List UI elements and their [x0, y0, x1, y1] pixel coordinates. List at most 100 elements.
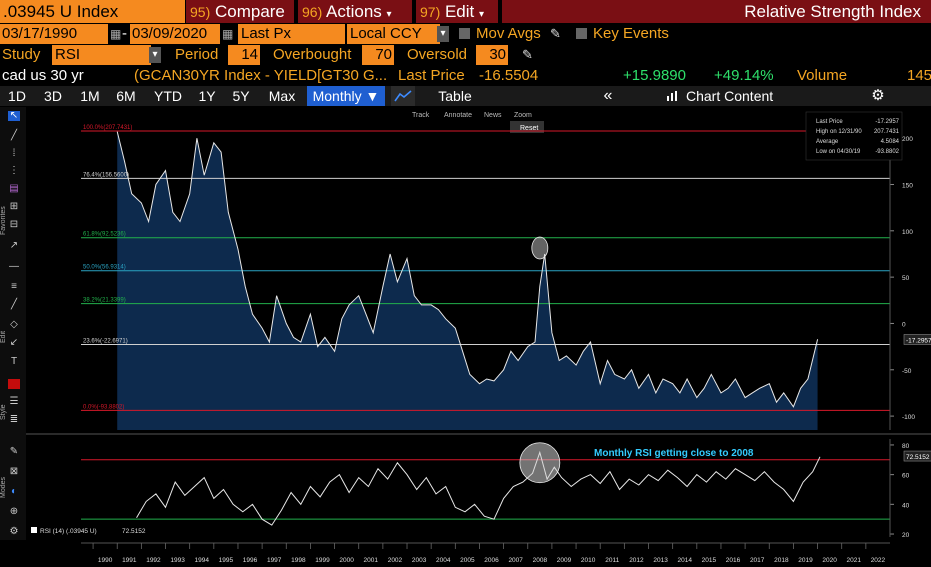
rsi-chart[interactable]: Track Annotate News Zoom Reset 100.0%(20… — [26, 107, 931, 567]
tool-icon[interactable]: ≡ — [8, 282, 20, 292]
x-tick-label: 2018 — [774, 557, 789, 564]
legend-value: 207.7431 — [874, 129, 900, 135]
range-max[interactable]: Max — [265, 86, 299, 106]
y-tick-label: -50 — [902, 368, 912, 375]
caret-down-icon[interactable]: ▾ — [149, 47, 161, 63]
study-select[interactable]: RSI — [52, 45, 151, 65]
rsi-series-value: 72.5152 — [122, 528, 146, 535]
range-ytd[interactable]: YTD — [150, 86, 186, 106]
range-5y[interactable]: 5Y — [229, 86, 253, 106]
range-1y[interactable]: 1Y — [195, 86, 219, 106]
highlight-circle — [519, 442, 561, 484]
overbought-input[interactable]: 70 — [362, 45, 394, 65]
oversold-input[interactable]: 30 — [476, 45, 508, 65]
x-tick-label: 2011 — [605, 557, 619, 564]
tool-icon[interactable]: ◐ — [8, 487, 20, 497]
x-tick-label: 2005 — [460, 557, 475, 564]
tool-icon[interactable]: ⊠ — [8, 467, 20, 477]
annotate-tool[interactable]: Annotate — [444, 112, 472, 119]
y-tick-label: 20 — [902, 532, 910, 539]
price-field-select[interactable]: Last Px — [238, 24, 345, 44]
table-button[interactable]: Table — [425, 86, 485, 106]
y-tick-label: 40 — [902, 502, 910, 509]
study-value: RSI — [55, 46, 81, 63]
period-label: Period — [175, 46, 219, 63]
chart-content-icon[interactable] — [666, 86, 678, 106]
compare-hotkey: 95) — [190, 4, 211, 20]
horizontal-line-icon[interactable]: — — [8, 262, 20, 272]
x-tick-label: 2006 — [484, 557, 499, 564]
legend-label: Low on 04/30/19 — [816, 149, 861, 155]
currency-value: Local CCY — [350, 25, 422, 42]
range-1d[interactable]: 1D — [4, 86, 30, 106]
price-legend: Last Price -17.2957 High on 12/31/90 207.74… — [805, 111, 903, 161]
chart-content-button[interactable]: Chart Content — [686, 86, 786, 106]
x-tick-label: 2007 — [508, 557, 523, 564]
tool-icon[interactable]: ⊟ — [8, 220, 20, 230]
style-label: Style — [0, 404, 7, 420]
period-input[interactable]: 14 — [228, 45, 260, 65]
arrow-tool-icon[interactable]: ↙ — [8, 338, 20, 348]
text-tool-icon[interactable]: T — [8, 357, 20, 367]
x-tick-label: 1993 — [170, 557, 185, 564]
caret-down-icon: ▾ — [479, 9, 485, 20]
fib-level-label: 38.2%(21.3399) — [83, 298, 126, 304]
pencil-icon[interactable]: ✎ — [8, 447, 20, 457]
last-price-value: -16.5504 — [479, 67, 539, 84]
tool-icon[interactable]: ⋮ — [8, 166, 20, 176]
range-1m[interactable]: 1M — [77, 86, 103, 106]
actions-menu[interactable]: 96) Actions ▾ — [298, 0, 412, 23]
compare-button[interactable]: 95) Compare — [186, 0, 294, 23]
line-tool-icon[interactable]: ╱ — [8, 131, 20, 141]
start-date-field[interactable]: 03/17/1990 — [0, 24, 108, 44]
mov-avgs-checkbox[interactable] — [459, 28, 470, 39]
line-width-icon[interactable]: ☰ — [8, 397, 20, 407]
gear-icon[interactable]: ⚙ — [8, 527, 20, 537]
caret-down-icon[interactable]: ▾ — [437, 26, 449, 42]
x-tick-label: 2019 — [798, 557, 813, 564]
period-value: 14 — [241, 46, 258, 63]
line-chart-icon[interactable] — [391, 86, 415, 106]
ticker-field[interactable]: .03945 U Index — [0, 0, 185, 23]
pencil-icon[interactable]: ✎ — [550, 24, 561, 44]
tool-icon[interactable]: ⊕ — [8, 507, 20, 517]
calendar-icon[interactable]: ▦ — [110, 24, 121, 44]
arrow-tool-icon[interactable]: ↗ — [8, 241, 20, 251]
compare-label: Compare — [214, 2, 285, 21]
zoom-tool[interactable]: Zoom — [514, 112, 532, 119]
overbought-value: 70 — [375, 46, 392, 63]
security-description: (GCAN30YR Index - YIELD[GT30 G... — [134, 67, 388, 84]
volume-label: Volume — [797, 67, 848, 84]
fib-level-label: 100.0%(207.7431) — [83, 125, 132, 131]
tool-icon[interactable]: ⁞ — [8, 149, 20, 159]
actions-label: Actions — [326, 2, 382, 21]
collapse-icon[interactable]: « — [596, 86, 620, 106]
actions-hotkey: 96) — [302, 4, 323, 20]
pencil-icon[interactable]: ✎ — [522, 45, 533, 65]
mov-avgs-label: Mov Avgs — [476, 25, 541, 42]
news-tool[interactable]: News — [484, 112, 502, 119]
track-tool[interactable]: Track — [412, 112, 430, 119]
tool-icon[interactable]: ≣ — [8, 415, 20, 425]
date-toolbar: 03/17/1990 ▦ - 03/09/2020 ▦ Last Px Loca… — [0, 24, 931, 44]
calendar-icon[interactable]: ▦ — [222, 24, 233, 44]
range-6m[interactable]: 6M — [113, 86, 139, 106]
line-tool-icon[interactable]: ╱ — [8, 300, 20, 310]
end-date-field[interactable]: 03/09/2020 — [130, 24, 220, 44]
frequency-select[interactable]: Monthly ▼ — [307, 86, 385, 106]
y-tick-label: 0 — [902, 321, 906, 328]
oversold-value: 30 — [489, 46, 506, 63]
key-events-label: Key Events — [593, 25, 669, 42]
range-3d[interactable]: 3D — [40, 86, 66, 106]
tool-icon[interactable]: ⊞ — [8, 202, 20, 212]
settings-gear-icon[interactable]: ⚙ — [868, 86, 888, 106]
legend-label: High on 12/31/90 — [816, 129, 862, 135]
key-events-checkbox[interactable] — [576, 28, 587, 39]
tool-icon[interactable]: ◇ — [8, 320, 20, 330]
cursor-icon[interactable]: ↖ — [8, 111, 20, 121]
currency-select[interactable]: Local CCY — [347, 24, 440, 44]
edit-menu[interactable]: 97) Edit ▾ — [416, 0, 498, 23]
color-swatch-icon[interactable] — [8, 379, 20, 389]
fib-tool-icon[interactable]: ▤ — [8, 184, 20, 194]
highlight-circle — [531, 236, 549, 260]
